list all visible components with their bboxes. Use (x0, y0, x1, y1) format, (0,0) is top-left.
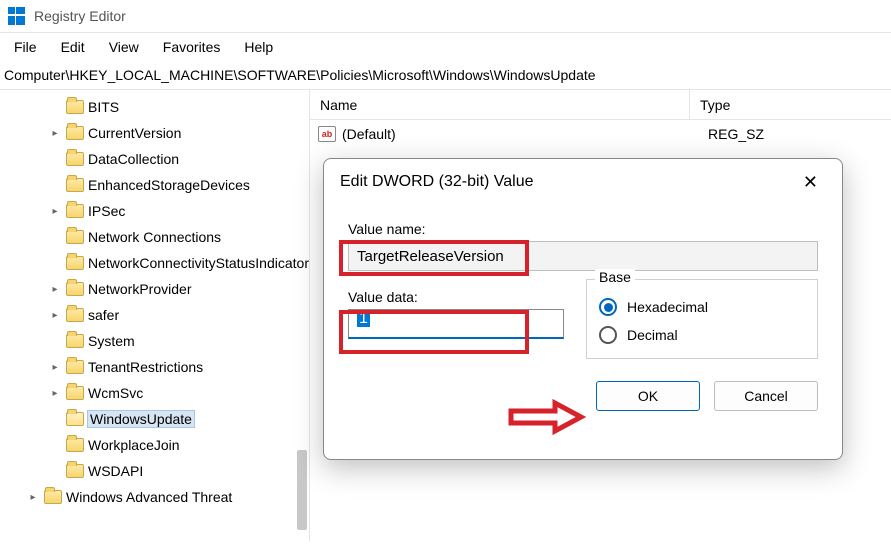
app-title: Registry Editor (34, 8, 126, 24)
folder-icon (66, 178, 84, 192)
cancel-button[interactable]: Cancel (714, 381, 818, 411)
folder-icon (66, 282, 84, 296)
folder-icon (66, 464, 84, 478)
folder-icon (66, 230, 84, 244)
tree-item[interactable]: ▸ safer (0, 302, 309, 328)
tree-item[interactable]: ▸System (0, 328, 309, 354)
tree-item-label: EnhancedStorageDevices (88, 177, 250, 193)
tree-item-label: Windows Advanced Threat (66, 489, 232, 505)
dialog-title: Edit DWORD (32-bit) Value (340, 173, 534, 191)
tree-item-label: WSDAPI (88, 463, 143, 479)
chevron-right-icon[interactable]: ▸ (48, 206, 62, 217)
tree-item[interactable]: ▸ CurrentVersion (0, 120, 309, 146)
tree-item-label: TenantRestrictions (88, 359, 203, 375)
chevron-right-icon[interactable]: ▸ (48, 310, 62, 321)
folder-icon (66, 412, 84, 426)
tree-item-label: System (88, 333, 135, 349)
tree-pane[interactable]: ▸BITS▸CurrentVersion▸DataCollection▸Enha… (0, 90, 310, 541)
list-cell-name: (Default) (342, 126, 698, 142)
list-cell-type: REG_SZ (698, 126, 764, 142)
folder-icon (66, 256, 84, 270)
radio-icon (599, 326, 617, 344)
folder-icon (66, 438, 84, 452)
value-data-input[interactable]: 1 (348, 309, 564, 339)
folder-icon (66, 334, 84, 348)
menu-bar: File Edit View Favorites Help (0, 33, 891, 63)
folder-icon (66, 308, 84, 322)
column-header-type[interactable]: Type (690, 97, 891, 113)
list-header: Name Type (310, 90, 891, 120)
tree-item-label: WcmSvc (88, 385, 143, 401)
menu-file[interactable]: File (14, 39, 37, 55)
address-path: Computer\HKEY_LOCAL_MACHINE\SOFTWARE\Pol… (4, 67, 596, 83)
tree-item-label: Network Connections (88, 229, 221, 245)
tree-item[interactable]: ▸Network Connections (0, 224, 309, 250)
base-label: Base (595, 269, 635, 285)
tree-item-label: NetworkProvider (88, 281, 191, 297)
tree-item[interactable]: ▸ IPSec (0, 198, 309, 224)
close-icon[interactable]: ✕ (795, 169, 826, 195)
scrollbar-thumb[interactable] (297, 450, 307, 530)
tree-item[interactable]: ▸BITS (0, 94, 309, 120)
menu-help[interactable]: Help (244, 39, 273, 55)
tree-item-label: WorkplaceJoin (88, 437, 180, 453)
chevron-right-icon[interactable]: ▸ (48, 362, 62, 373)
folder-icon (44, 490, 62, 504)
tree-item-label: WindowsUpdate (88, 411, 194, 427)
value-name-input[interactable] (348, 241, 818, 271)
chevron-right-icon[interactable]: ▸ (26, 492, 40, 503)
edit-dword-dialog: Edit DWORD (32-bit) Value ✕ Value name: … (323, 158, 843, 460)
folder-icon (66, 100, 84, 114)
value-name-label: Value name: (348, 221, 818, 237)
folder-icon (66, 386, 84, 400)
list-row[interactable]: ab (Default) REG_SZ (310, 120, 891, 148)
regedit-icon (8, 7, 26, 25)
string-value-icon: ab (318, 126, 336, 142)
tree-item-label: DataCollection (88, 151, 179, 167)
tree-item[interactable]: ▸WindowsUpdate (0, 406, 309, 432)
tree-item[interactable]: ▸NetworkConnectivityStatusIndicator (0, 250, 309, 276)
tree-item[interactable]: ▸ NetworkProvider (0, 276, 309, 302)
value-data-label: Value data: (348, 289, 564, 305)
tree-item-label: IPSec (88, 203, 125, 219)
tree-item-label: NetworkConnectivityStatusIndicator (88, 255, 309, 271)
title-bar: Registry Editor (0, 0, 891, 32)
radio-hexadecimal[interactable]: Hexadecimal (599, 298, 805, 316)
tree-item-label: safer (88, 307, 119, 323)
radio-decimal[interactable]: Decimal (599, 326, 805, 344)
menu-view[interactable]: View (109, 39, 139, 55)
chevron-right-icon[interactable]: ▸ (48, 388, 62, 399)
chevron-right-icon[interactable]: ▸ (48, 128, 62, 139)
base-group: Base Hexadecimal Decimal (586, 279, 818, 359)
tree-item-label: CurrentVersion (88, 125, 181, 141)
folder-icon (66, 204, 84, 218)
tree-item[interactable]: ▸ WcmSvc (0, 380, 309, 406)
tree-item[interactable]: ▸WSDAPI (0, 458, 309, 484)
menu-edit[interactable]: Edit (61, 39, 85, 55)
chevron-right-icon[interactable]: ▸ (48, 284, 62, 295)
radio-icon (599, 298, 617, 316)
menu-favorites[interactable]: Favorites (163, 39, 221, 55)
tree-item-label: BITS (88, 99, 119, 115)
address-bar[interactable]: Computer\HKEY_LOCAL_MACHINE\SOFTWARE\Pol… (0, 63, 891, 90)
folder-icon (66, 152, 84, 166)
tree-item[interactable]: ▸WorkplaceJoin (0, 432, 309, 458)
column-header-name[interactable]: Name (310, 90, 690, 119)
tree-item[interactable]: ▸EnhancedStorageDevices (0, 172, 309, 198)
ok-button[interactable]: OK (596, 381, 700, 411)
folder-icon (66, 360, 84, 374)
tree-item[interactable]: ▸ TenantRestrictions (0, 354, 309, 380)
tree-item[interactable]: ▸DataCollection (0, 146, 309, 172)
tree-item[interactable]: ▸ Windows Advanced Threat (0, 484, 309, 510)
folder-icon (66, 126, 84, 140)
